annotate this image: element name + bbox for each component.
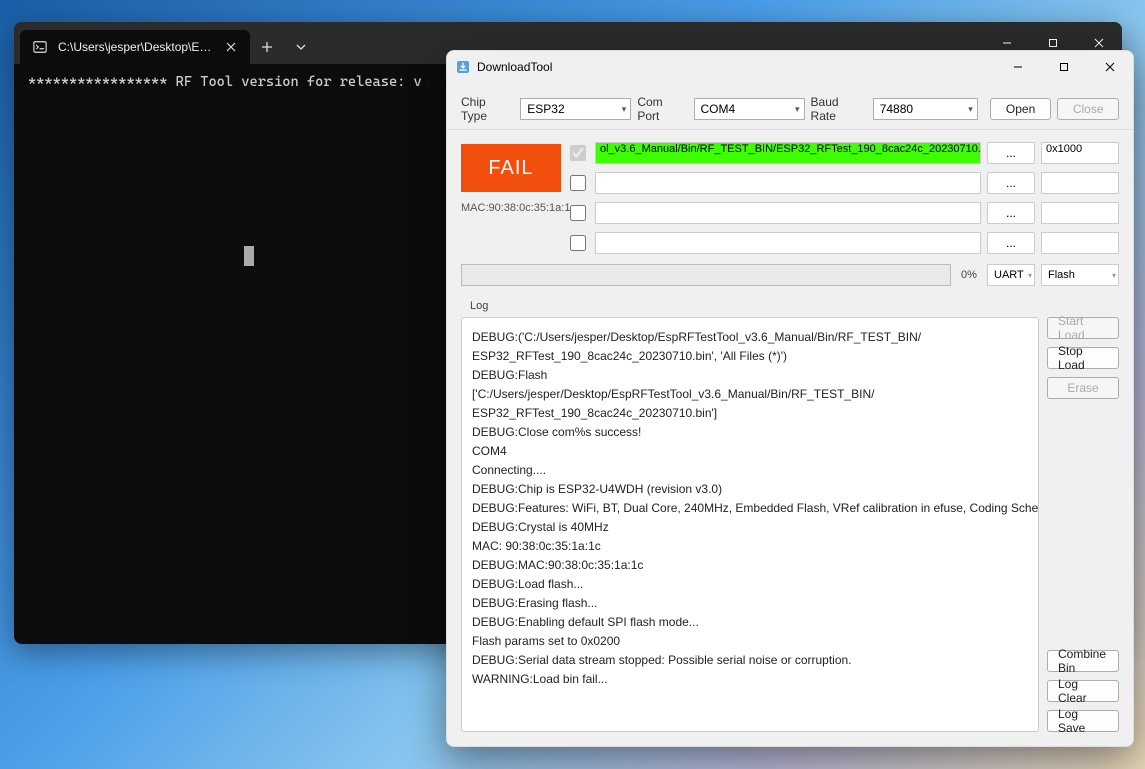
progress-percent: 0% <box>957 269 981 281</box>
log-clear-button[interactable]: Log Clear <box>1047 680 1119 702</box>
log-line: DEBUG:Serial data stream stopped: Possib… <box>472 651 1028 670</box>
downloadtool-titlebar: DownloadTool <box>447 51 1133 83</box>
file-checkbox-1[interactable] <box>570 145 586 161</box>
interface-select[interactable]: UART ▾ <box>987 264 1035 286</box>
chevron-down-icon: ▾ <box>1028 271 1032 280</box>
log-output[interactable]: DEBUG:('C:/Users/jesper/Desktop/EspRFTes… <box>461 317 1039 732</box>
log-group: Log DEBUG:('C:/Users/jesper/Desktop/EspR… <box>457 300 1123 736</box>
file-checkbox-4[interactable] <box>570 235 586 251</box>
log-line: DEBUG:Close com%s success! <box>472 423 1028 442</box>
log-line: DEBUG:Load flash... <box>472 575 1028 594</box>
log-line: DEBUG:Enabling default SPI flash mode... <box>472 613 1028 632</box>
log-line: Flash params set to 0x0200 <box>472 632 1028 651</box>
com-port-label: Com Port <box>637 95 687 123</box>
com-port-select[interactable]: COM4 ▾ <box>694 98 805 120</box>
progress-bar <box>461 264 951 286</box>
terminal-tab[interactable]: C:\Users\jesper\Desktop\EspR <box>20 30 250 64</box>
browse-button-4[interactable]: ... <box>987 232 1035 254</box>
combine-bin-button[interactable]: Combine Bin <box>1047 650 1119 672</box>
chevron-down-icon: ▾ <box>622 104 627 115</box>
file-path-4[interactable] <box>595 232 981 254</box>
erase-button[interactable]: Erase <box>1047 377 1119 399</box>
open-button[interactable]: Open <box>990 98 1052 120</box>
maximize-button[interactable] <box>1041 51 1087 83</box>
browse-button-1[interactable]: ... <box>987 142 1035 164</box>
terminal-tab-title: C:\Users\jesper\Desktop\EspR <box>58 40 212 54</box>
app-icon <box>455 59 471 75</box>
chevron-down-icon: ▾ <box>1112 271 1116 280</box>
browse-button-2[interactable]: ... <box>987 172 1035 194</box>
file-grid: FAIL ol_v3.6_Manual/Bin/RF_TEST_BIN/ESP3… <box>447 130 1133 264</box>
status-badge: FAIL <box>461 144 561 192</box>
chip-type-label: Chip Type <box>461 95 514 123</box>
offset-input-3[interactable] <box>1041 202 1119 224</box>
file-checkbox-2[interactable] <box>570 175 586 191</box>
log-line: DEBUG:('C:/Users/jesper/Desktop/EspRFTes… <box>472 328 1028 347</box>
log-line: WARNING:Load bin fail... <box>472 670 1028 689</box>
log-label: Log <box>467 300 497 312</box>
file-path-1[interactable]: ol_v3.6_Manual/Bin/RF_TEST_BIN/ESP32_RFT… <box>595 142 981 164</box>
log-line: ESP32_RFTest_190_8cac24c_20230710.bin', … <box>472 347 1028 366</box>
progress-row: 0% UART ▾ Flash ▾ <box>447 264 1133 296</box>
chevron-down-icon: ▾ <box>795 104 800 115</box>
close-button[interactable]: Close <box>1057 98 1119 120</box>
downloadtool-window: DownloadTool Chip Type ESP32 ▾ Com Port … <box>446 50 1134 747</box>
log-line: ESP32_RFTest_190_8cac24c_20230710.bin'] <box>472 404 1028 423</box>
cursor-icon <box>244 246 254 266</box>
offset-input-1[interactable]: 0x1000 <box>1041 142 1119 164</box>
terminal-icon <box>32 39 48 55</box>
downloadtool-title: DownloadTool <box>477 60 552 74</box>
chevron-down-icon: ▾ <box>968 104 973 115</box>
close-icon[interactable] <box>222 38 240 56</box>
log-line: MAC: 90:38:0c:35:1a:1c <box>472 537 1028 556</box>
log-line: DEBUG:Flash <box>472 366 1028 385</box>
side-button-column: Start Load Stop Load Erase Combine Bin L… <box>1047 317 1119 732</box>
new-tab-button[interactable] <box>250 30 284 64</box>
log-line: DEBUG:MAC:90:38:0c:35:1a:1c <box>472 556 1028 575</box>
offset-input-4[interactable] <box>1041 232 1119 254</box>
log-save-button[interactable]: Log Save <box>1047 710 1119 732</box>
downloadtool-window-controls <box>995 51 1133 83</box>
log-line: COM4 <box>472 442 1028 461</box>
offset-input-2[interactable] <box>1041 172 1119 194</box>
stop-load-button[interactable]: Stop Load <box>1047 347 1119 369</box>
log-line: DEBUG:Erasing flash... <box>472 594 1028 613</box>
memory-select[interactable]: Flash ▾ <box>1041 264 1119 286</box>
start-load-button[interactable]: Start Load <box>1047 317 1119 339</box>
mac-label: MAC:90:38:0c:35:1a:1c <box>461 202 561 215</box>
chip-type-select[interactable]: ESP32 ▾ <box>520 98 631 120</box>
tab-dropdown-button[interactable] <box>284 30 318 64</box>
log-line: DEBUG:Chip is ESP32-U4WDH (revision v3.0… <box>472 480 1028 499</box>
log-line: DEBUG:Crystal is 40MHz <box>472 518 1028 537</box>
log-line: DEBUG:Features: WiFi, BT, Dual Core, 240… <box>472 499 1028 518</box>
baud-rate-select[interactable]: 74880 ▾ <box>873 98 978 120</box>
close-window-button[interactable] <box>1087 51 1133 83</box>
config-row: Chip Type ESP32 ▾ Com Port COM4 ▾ Baud R… <box>447 83 1133 130</box>
baud-rate-label: Baud Rate <box>811 95 867 123</box>
minimize-button[interactable] <box>995 51 1041 83</box>
log-line: Connecting.... <box>472 461 1028 480</box>
log-line: ['C:/Users/jesper/Desktop/EspRFTestTool_… <box>472 385 1028 404</box>
file-path-3[interactable] <box>595 202 981 224</box>
file-checkbox-3[interactable] <box>570 205 586 221</box>
file-path-2[interactable] <box>595 172 981 194</box>
browse-button-3[interactable]: ... <box>987 202 1035 224</box>
